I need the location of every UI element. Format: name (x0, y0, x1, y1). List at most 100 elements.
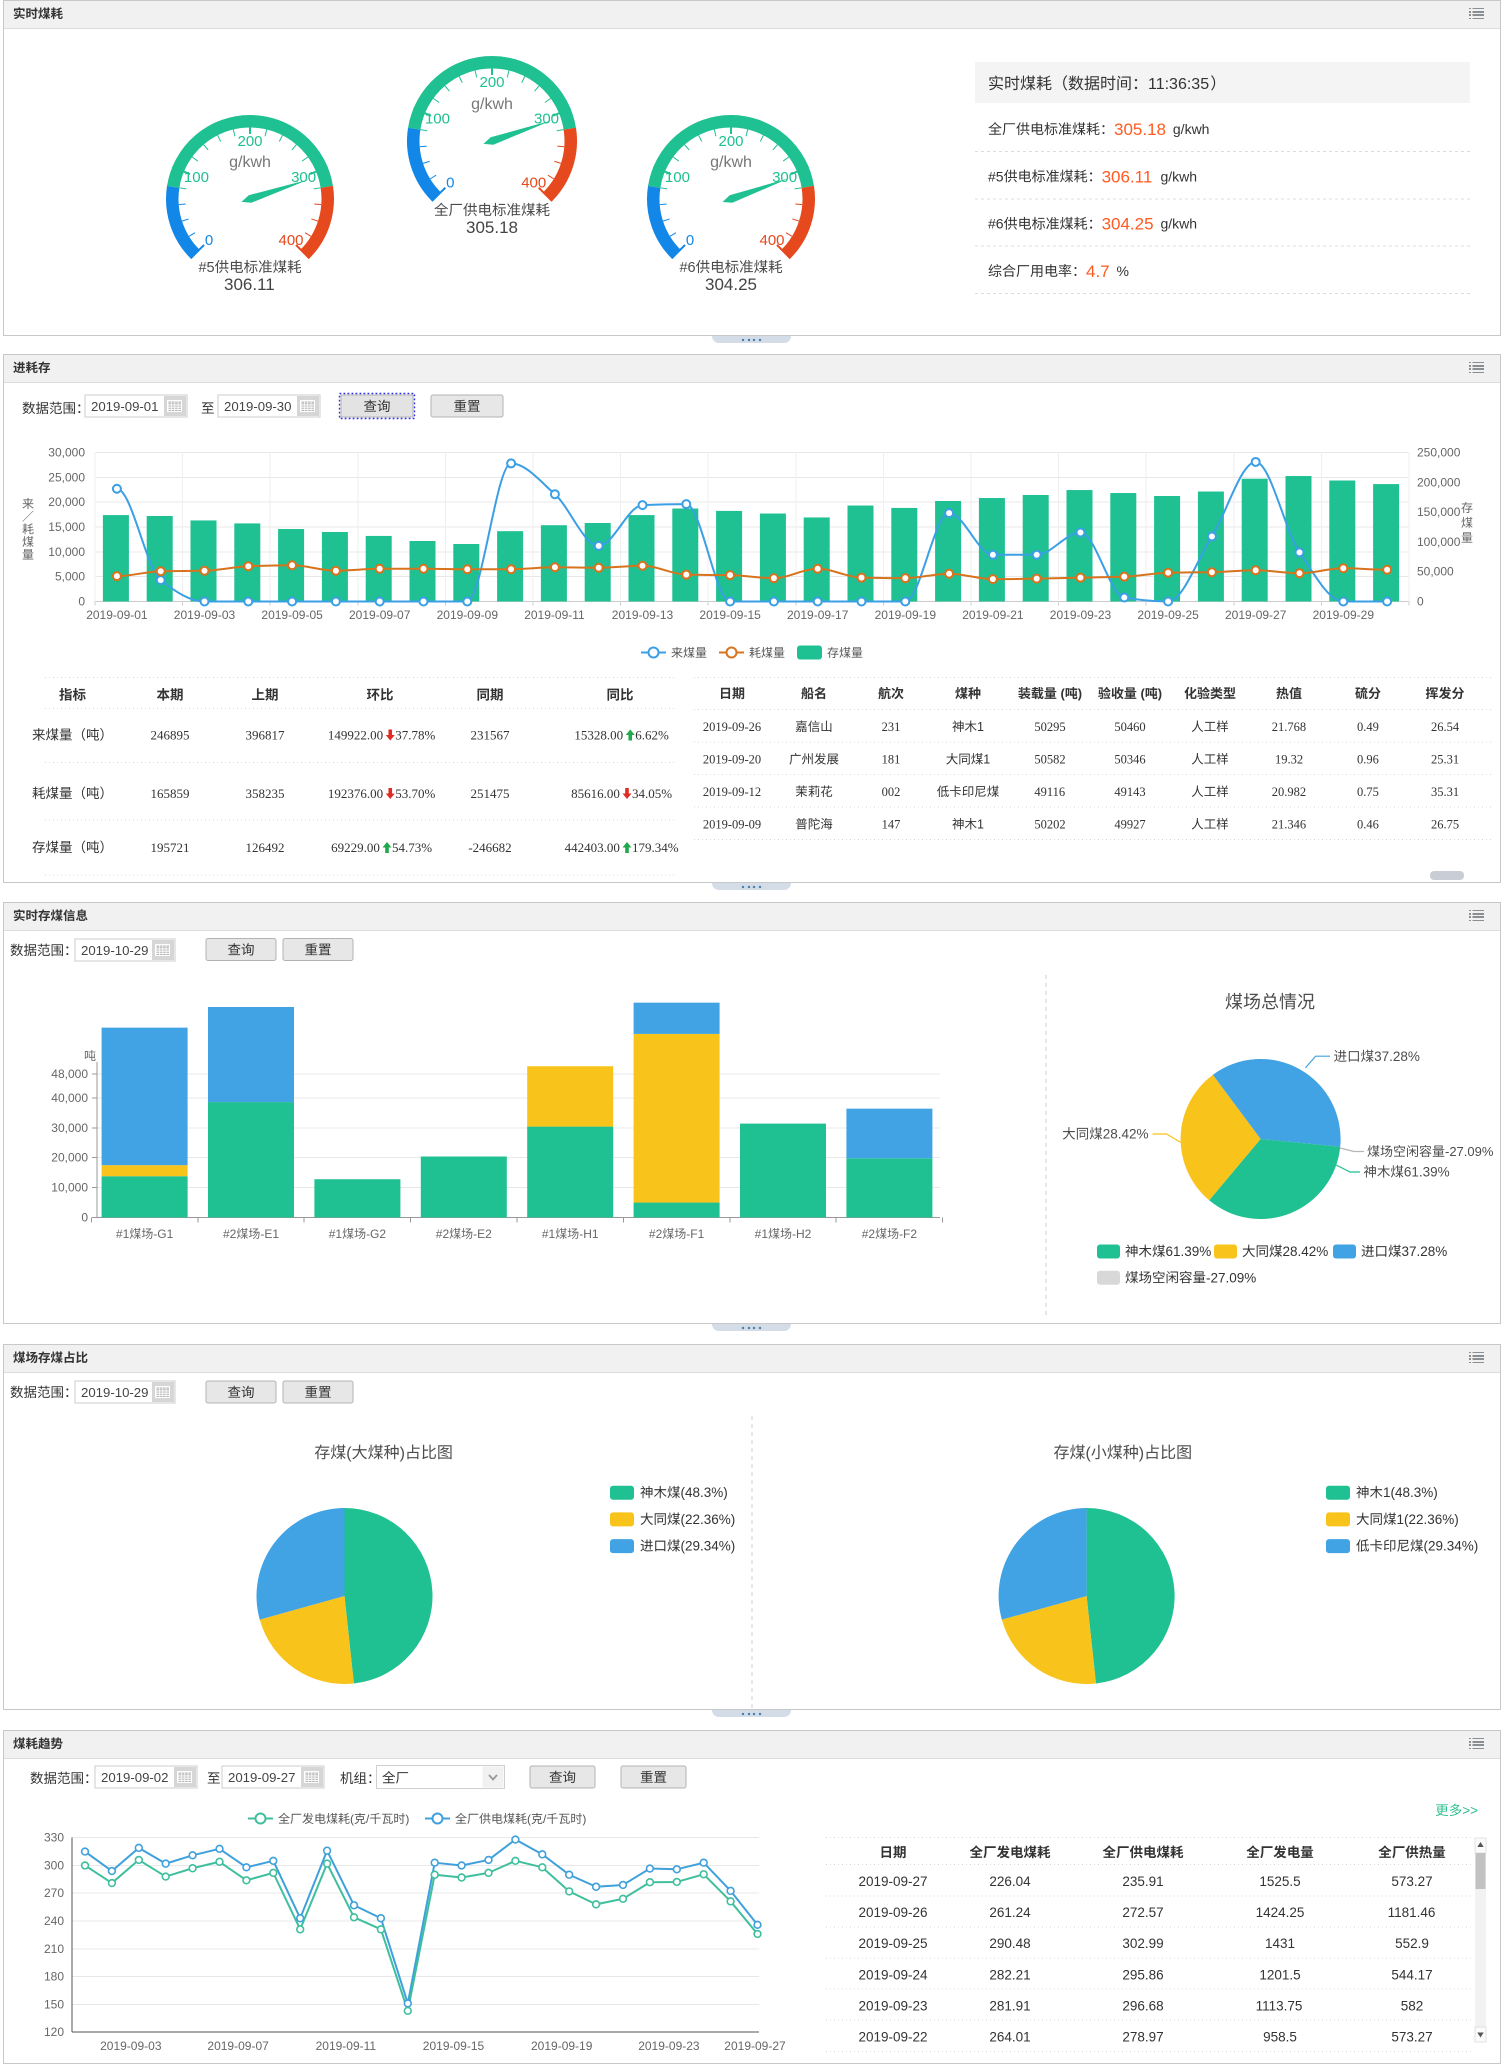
svg-text:2019-09-13: 2019-09-13 (612, 608, 674, 622)
svg-text:37.28%: 37.28% (1402, 1244, 1448, 1259)
svg-text:0.75: 0.75 (1357, 785, 1379, 799)
svg-text:2019-10-29: 2019-10-29 (81, 1385, 148, 1400)
svg-text:(: ( (527, 1812, 531, 1826)
svg-text:0: 0 (81, 1211, 88, 1225)
svg-text:400: 400 (760, 232, 785, 249)
svg-text:(48.3%): (48.3%) (681, 1485, 728, 1500)
svg-text:2019-09-09: 2019-09-09 (703, 818, 761, 832)
svg-text:21.346: 21.346 (1272, 818, 1306, 832)
svg-text:100: 100 (665, 169, 690, 186)
svg-text:-H2: -H2 (792, 1227, 812, 1241)
svg-text:#6: #6 (988, 216, 1004, 232)
svg-text:%: % (1113, 263, 1129, 279)
svg-text:21.768: 21.768 (1272, 720, 1306, 734)
svg-text:1424.25: 1424.25 (1256, 1905, 1305, 1920)
svg-text:120: 120 (44, 2025, 64, 2039)
svg-text:50460: 50460 (1114, 720, 1145, 734)
svg-text:6.62%: 6.62% (635, 728, 669, 743)
svg-text:2019-09-20: 2019-09-20 (703, 753, 761, 767)
svg-text:61.39%: 61.39% (1404, 1165, 1450, 1180)
svg-text:2019-09-24: 2019-09-24 (858, 1967, 928, 1982)
svg-text:180: 180 (44, 1970, 64, 1984)
svg-text:49927: 49927 (1114, 818, 1145, 832)
svg-text:272.57: 272.57 (1122, 1905, 1163, 1920)
svg-text:2019-09-29: 2019-09-29 (1313, 608, 1375, 622)
svg-text:2019-09-25: 2019-09-25 (858, 1936, 927, 1951)
svg-text:g/kwh: g/kwh (710, 154, 752, 171)
svg-text:544.17: 544.17 (1391, 1967, 1432, 1982)
svg-text:573.27: 573.27 (1391, 2030, 1432, 2045)
svg-text:231567: 231567 (471, 728, 511, 743)
svg-text:2019-09-25: 2019-09-25 (1137, 608, 1199, 622)
svg-text:50582: 50582 (1034, 753, 1065, 767)
svg-text:69229.00: 69229.00 (331, 840, 380, 855)
svg-text:15,000: 15,000 (48, 520, 85, 534)
svg-text:30,000: 30,000 (51, 1121, 88, 1135)
svg-text:48,000: 48,000 (51, 1067, 88, 1081)
svg-text:147: 147 (882, 818, 901, 832)
svg-text:#1: #1 (755, 1227, 769, 1241)
svg-text:1525.5: 1525.5 (1259, 1874, 1300, 1889)
svg-text:(: ( (1085, 1445, 1091, 1462)
svg-text:2019-09-15: 2019-09-15 (423, 2039, 485, 2053)
svg-text:304.25: 304.25 (705, 275, 757, 294)
svg-text:25.31: 25.31 (1431, 753, 1459, 767)
svg-text:0.96: 0.96 (1357, 753, 1379, 767)
svg-text:50,000: 50,000 (1417, 565, 1454, 579)
svg-text:(: ( (1137, 686, 1146, 701)
svg-text:442403.00: 442403.00 (565, 840, 620, 855)
svg-text:49143: 49143 (1114, 785, 1145, 799)
svg-text:1: 1 (977, 818, 984, 832)
svg-text:2019-09-27: 2019-09-27 (1225, 608, 1287, 622)
svg-text:192376.00: 192376.00 (328, 786, 383, 801)
svg-text:#2: #2 (649, 1227, 663, 1241)
svg-text:2019-09-26: 2019-09-26 (858, 1905, 927, 1920)
svg-text:20,000: 20,000 (48, 495, 85, 509)
svg-text:195721: 195721 (151, 840, 190, 855)
svg-text:#5: #5 (988, 168, 1004, 184)
svg-text:#1: #1 (116, 1227, 130, 1241)
svg-text:(: ( (350, 1812, 354, 1826)
svg-text:100: 100 (425, 110, 450, 127)
svg-text:2019-10-29: 2019-10-29 (81, 943, 148, 958)
svg-text:200: 200 (718, 133, 743, 150)
svg-text:-27.09%: -27.09% (1206, 1270, 1256, 1285)
svg-text:10,000: 10,000 (51, 1181, 88, 1195)
svg-text:85616.00: 85616.00 (571, 786, 620, 801)
svg-text:2019-09-01: 2019-09-01 (91, 399, 158, 414)
svg-text:37.28%: 37.28% (1374, 1049, 1420, 1064)
svg-text:>>: >> (1462, 1803, 1478, 1818)
svg-text:25,000: 25,000 (48, 470, 85, 484)
svg-text:-F2: -F2 (899, 1227, 917, 1241)
svg-text:20.982: 20.982 (1272, 785, 1306, 799)
svg-text:1(22.36%): 1(22.36%) (1397, 1512, 1459, 1527)
svg-text:15328.00: 15328.00 (574, 728, 623, 743)
svg-text:100: 100 (184, 169, 209, 186)
svg-text:358235: 358235 (246, 786, 285, 801)
svg-text:2019-09-19: 2019-09-19 (875, 608, 937, 622)
svg-text:4.7: 4.7 (1086, 262, 1110, 281)
svg-text:5,000: 5,000 (55, 570, 85, 584)
svg-text:(: ( (1057, 686, 1066, 701)
svg-text:400: 400 (279, 232, 304, 249)
svg-text:296.68: 296.68 (1122, 1998, 1163, 2013)
svg-text:61.39%: 61.39% (1166, 1244, 1212, 1259)
svg-text:): ) (400, 1445, 405, 1462)
svg-text:28.42%: 28.42% (1103, 1127, 1149, 1142)
svg-text:200: 200 (479, 74, 504, 91)
svg-text:306.11: 306.11 (1102, 167, 1153, 186)
svg-text:-E1: -E1 (260, 1227, 279, 1241)
svg-text:290.48: 290.48 (989, 1936, 1030, 1951)
svg-text:-H1: -H1 (579, 1227, 599, 1241)
svg-text:26.75: 26.75 (1431, 818, 1459, 832)
svg-text:250,000: 250,000 (1417, 446, 1461, 460)
svg-text:0: 0 (1417, 595, 1424, 609)
svg-text:-G2: -G2 (366, 1227, 386, 1241)
svg-text:2019-09-02: 2019-09-02 (101, 1770, 168, 1785)
svg-text:150,000: 150,000 (1417, 505, 1461, 519)
svg-text:(29.34%): (29.34%) (1424, 1539, 1479, 1554)
svg-text:(22.36%): (22.36%) (681, 1512, 736, 1527)
svg-text:2019-09-22: 2019-09-22 (858, 2030, 927, 2045)
svg-text:235.91: 235.91 (1122, 1874, 1163, 1889)
svg-text:305.18: 305.18 (466, 218, 518, 237)
